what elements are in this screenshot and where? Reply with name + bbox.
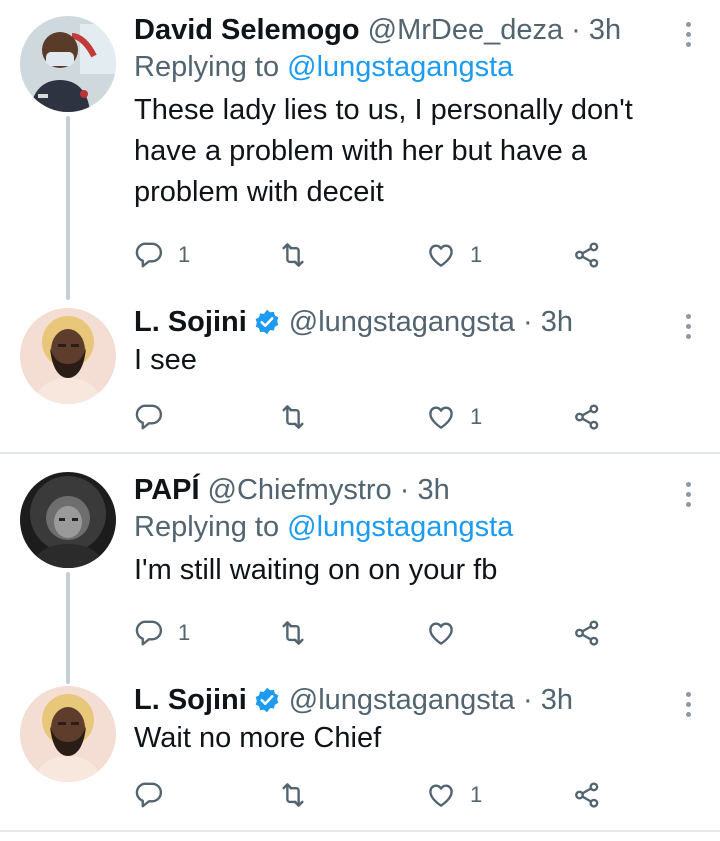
reply-button[interactable] (134, 778, 178, 812)
more-icon[interactable] (684, 22, 692, 52)
like-icon (426, 402, 456, 432)
retweet-button[interactable] (278, 616, 322, 650)
tweet-header: L. Sojini @lungstagangsta · 3h (134, 682, 700, 718)
avatar[interactable] (20, 308, 116, 404)
thread-line (66, 116, 70, 300)
author-handle[interactable]: @Chiefmystro · 3h (208, 472, 450, 508)
thread-line (66, 572, 70, 684)
separator (0, 452, 720, 454)
replying-to: Replying to @lungstagangsta (134, 508, 700, 546)
share-button[interactable] (572, 778, 602, 812)
reply-button[interactable] (134, 400, 178, 434)
more-icon[interactable] (684, 692, 692, 722)
verified-badge-icon (253, 308, 281, 336)
reply-button[interactable]: 1 (134, 616, 190, 650)
like-button[interactable] (426, 616, 470, 650)
author-handle[interactable]: @MrDee_deza · 3h (368, 12, 622, 48)
like-icon (426, 240, 456, 270)
tweet-actions: 1 (134, 616, 614, 650)
replying-to: Replying to @lungstagangsta (134, 48, 700, 86)
share-icon (572, 780, 602, 810)
replying-to-label: Replying to (134, 51, 288, 83)
author-name[interactable]: L. Sojini (134, 682, 247, 718)
like-count: 1 (470, 782, 483, 807)
tweet-actions: 1 (134, 778, 614, 812)
retweet-button[interactable] (278, 400, 322, 434)
like-count: 1 (470, 404, 483, 429)
like-button[interactable]: 1 (426, 400, 482, 434)
tweet-text: These lady lies to us, I personally don'… (134, 90, 700, 213)
tweet-text: I'm still waiting on on your fb (134, 550, 700, 591)
separator (0, 830, 720, 832)
more-icon[interactable] (684, 314, 692, 344)
tweet-text-line: have a problem with her but have a (134, 135, 587, 167)
retweet-icon (278, 402, 308, 432)
like-count: 1 (470, 242, 483, 267)
retweet-button[interactable] (278, 778, 322, 812)
tweet[interactable]: PAPÍ @Chiefmystro · 3h Replying to @lung… (0, 456, 720, 684)
tweet-text-line: Wait no more Chief (134, 722, 382, 754)
tweet[interactable]: David Selemogo @MrDee_deza · 3h Replying… (0, 0, 720, 300)
author-handle[interactable]: @lungstagangsta · 3h (289, 304, 573, 340)
like-icon (426, 618, 456, 648)
share-button[interactable] (572, 616, 602, 650)
reply-button[interactable]: 1 (134, 238, 190, 272)
author-name[interactable]: David Selemogo (134, 12, 360, 48)
replying-to-label: Replying to (134, 511, 288, 543)
share-icon (572, 402, 602, 432)
verified-badge-icon (253, 686, 281, 714)
author-handle[interactable]: @lungstagangsta · 3h (289, 682, 573, 718)
tweet-text-line: I'm still waiting on on your fb (134, 554, 498, 586)
tweet-text: I see (134, 340, 700, 381)
tweet-header: PAPÍ @Chiefmystro · 3h (134, 472, 700, 508)
retweet-icon (278, 618, 308, 648)
tweet[interactable]: L. Sojini @lungstagangsta · 3h Wait no m… (0, 674, 720, 828)
reply-count: 1 (178, 620, 191, 645)
tweet-actions: 1 (134, 400, 614, 434)
tweet-text-line: These lady lies to us, I personally don'… (134, 94, 633, 126)
share-icon (572, 240, 602, 270)
tweet-header: David Selemogo @MrDee_deza · 3h (134, 12, 700, 48)
like-icon (426, 780, 456, 810)
reply-icon (134, 402, 164, 432)
tweet-text: Wait no more Chief (134, 718, 700, 759)
mention-link[interactable]: @lungstagangsta (287, 51, 513, 83)
retweet-button[interactable] (278, 238, 322, 272)
like-button[interactable]: 1 (426, 238, 482, 272)
avatar[interactable] (20, 16, 116, 112)
tweet-actions: 1 1 (134, 238, 614, 272)
author-name[interactable]: L. Sojini (134, 304, 247, 340)
avatar[interactable] (20, 472, 116, 568)
tweet-header: L. Sojini @lungstagangsta · 3h (134, 304, 700, 340)
tweet-text-line: I see (134, 344, 197, 376)
reply-icon (134, 618, 164, 648)
tweet-text-line: problem with deceit (134, 176, 384, 208)
tweet[interactable]: L. Sojini @lungstagangsta · 3h I see 1 (0, 296, 720, 450)
mention-link[interactable]: @lungstagangsta (287, 511, 513, 543)
avatar[interactable] (20, 686, 116, 782)
share-button[interactable] (572, 238, 602, 272)
author-name[interactable]: PAPÍ (134, 472, 200, 508)
like-button[interactable]: 1 (426, 778, 482, 812)
share-icon (572, 618, 602, 648)
retweet-icon (278, 780, 308, 810)
more-icon[interactable] (684, 482, 692, 512)
reply-icon (134, 240, 164, 270)
reply-count: 1 (178, 242, 191, 267)
retweet-icon (278, 240, 308, 270)
share-button[interactable] (572, 400, 602, 434)
reply-icon (134, 780, 164, 810)
